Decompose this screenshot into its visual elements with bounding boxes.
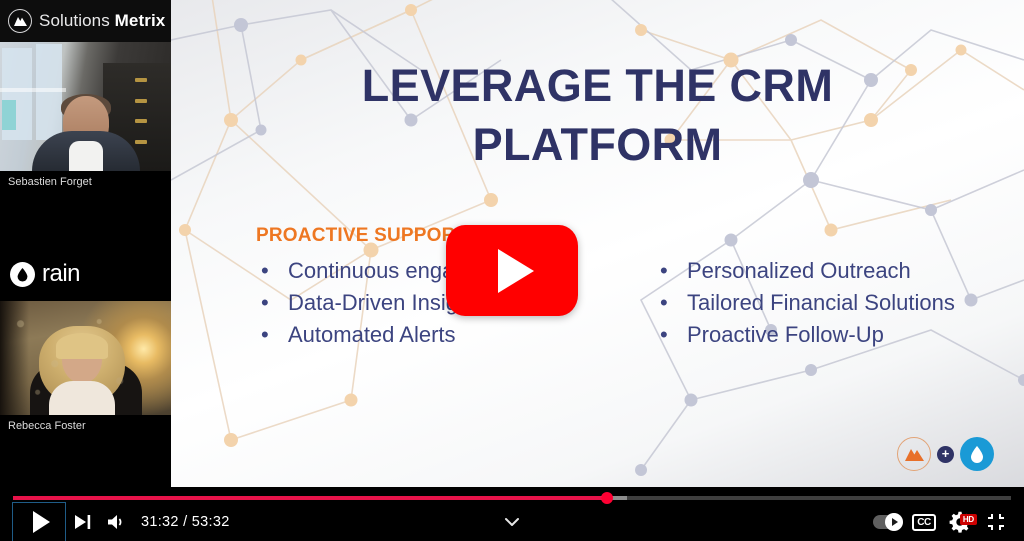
sidebar-gap-2	[0, 437, 171, 459]
mountain-circle-icon	[8, 9, 32, 33]
slide-title-line-2: PLATFORM	[472, 119, 723, 171]
sidebar-gap-1	[0, 193, 171, 247]
list-item: • Tailored Financial Solutions	[660, 290, 955, 315]
slide-footer-logos: +	[897, 437, 994, 471]
control-button-row: 31:32 / 53:32 CC HD	[0, 502, 1024, 541]
toggle-switch	[873, 513, 903, 531]
bullet-dot-icon: •	[660, 322, 668, 347]
participant-video-2[interactable]	[0, 301, 171, 415]
play-icon-small	[892, 518, 898, 526]
rain-brand-bar: rain	[0, 247, 171, 301]
participant-2-background	[0, 301, 171, 415]
solutions-metrix-mountain-icon	[897, 437, 931, 471]
bullet-list-right: • Personalized Outreach • Tailored Financi…	[660, 258, 955, 354]
bullet-text: Personalized Outreach	[687, 258, 911, 283]
participant-sidebar: Solutions Metrix Sebastien Forget rain R…	[0, 0, 171, 487]
section-heading-proactive-support: PROACTIVE SUPPORT	[256, 225, 468, 246]
bullet-text: Proactive Follow-Up	[687, 322, 884, 347]
quality-badge: HD	[959, 514, 977, 525]
bullet-dot-icon: •	[261, 322, 269, 347]
play-button-overlay[interactable]	[446, 225, 578, 316]
brand-name-light: Solutions	[39, 11, 110, 30]
list-item: • Personalized Outreach	[660, 258, 955, 283]
presentation-slide: LEVERAGE THE CRM PLATFORM PROACTIVE SUPP…	[171, 0, 1024, 487]
brand-name: Solutions Metrix	[39, 11, 165, 31]
play-button[interactable]	[12, 502, 66, 541]
volume-icon	[108, 515, 122, 529]
brand-name-bold: Metrix	[114, 11, 166, 30]
time-display: 31:32 / 53:32	[141, 514, 230, 530]
participant-1-background	[0, 42, 171, 171]
progress-played	[13, 496, 601, 500]
toggle-knob	[885, 513, 903, 531]
play-icon	[498, 248, 534, 293]
volume-button[interactable]	[97, 503, 137, 541]
cc-icon: CC	[912, 513, 936, 531]
player-controls: 31:32 / 53:32 CC HD	[0, 487, 1024, 541]
exit-fullscreen-icon	[988, 514, 1004, 530]
water-drop-circle-icon	[10, 261, 35, 287]
rain-water-drop-icon	[960, 437, 994, 471]
fullscreen-button[interactable]	[977, 503, 1015, 541]
play-icon	[32, 511, 50, 533]
participant-1-name: Sebastien Forget	[0, 171, 171, 193]
bullet-dot-icon: •	[660, 290, 668, 315]
solutions-metrix-brand-bar: Solutions Metrix	[0, 0, 171, 42]
video-player: Solutions Metrix Sebastien Forget rain R…	[0, 0, 1024, 541]
participant-video-1[interactable]	[0, 42, 171, 171]
progress-bar[interactable]	[13, 492, 1011, 504]
chevron-down-icon	[505, 518, 519, 526]
plus-badge-icon: +	[937, 445, 954, 463]
expand-details-button[interactable]	[492, 503, 532, 541]
list-item: • Automated Alerts	[261, 322, 528, 347]
slide-title-line-1: LEVERAGE THE CRM	[361, 60, 834, 111]
participant-2-name: Rebecca Foster	[0, 415, 171, 437]
bullet-dot-icon: •	[261, 290, 269, 315]
video-stage[interactable]: Solutions Metrix Sebastien Forget rain R…	[0, 0, 1024, 487]
list-item: • Proactive Follow-Up	[660, 322, 955, 347]
bullet-dot-icon: •	[660, 258, 668, 283]
bullet-dot-icon: •	[261, 258, 269, 283]
bullet-text: Tailored Financial Solutions	[687, 290, 955, 315]
slide-title: LEVERAGE THE CRM PLATFORM	[171, 56, 1024, 175]
rain-brand-name: rain	[42, 260, 81, 287]
bullet-text: Automated Alerts	[288, 322, 456, 347]
closed-captions-button[interactable]: CC	[905, 503, 943, 541]
next-video-icon	[75, 515, 91, 529]
